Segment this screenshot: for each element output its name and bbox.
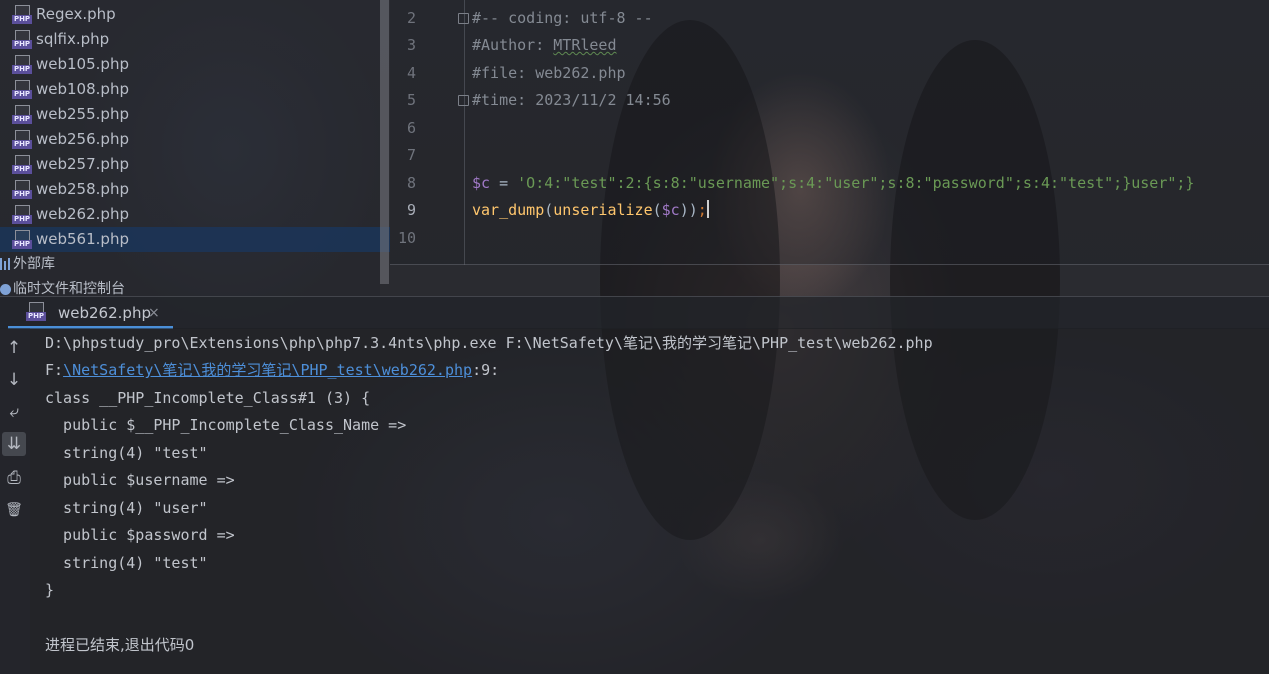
line-number: 4 bbox=[406, 64, 416, 82]
code-line-4: #file: web262.php bbox=[472, 64, 626, 82]
console-command-line: D:\phpstudy_pro\Extensions\php\php7.3.4n… bbox=[45, 334, 933, 352]
tree-item-web255[interactable]: PHP web255.php bbox=[0, 102, 390, 127]
php-file-icon: PHP bbox=[12, 130, 32, 149]
tree-item-label: sqlfix.php bbox=[36, 30, 110, 48]
project-tree-scrollbar[interactable] bbox=[380, 0, 389, 284]
tree-item-label: web257.php bbox=[36, 155, 129, 173]
php-file-icon: PHP bbox=[12, 205, 32, 224]
line-number: 10 bbox=[397, 229, 416, 247]
scroll-to-end-icon[interactable]: ⇊ bbox=[2, 432, 26, 456]
console-output-line: string(4) "user" bbox=[45, 499, 208, 517]
tree-item-regex[interactable]: PHP Regex.php bbox=[0, 2, 390, 27]
code-punctuation: )) bbox=[679, 201, 698, 219]
php-file-icon: PHP bbox=[12, 30, 32, 49]
scratches-icon bbox=[0, 284, 11, 295]
php-file-icon: PHP bbox=[12, 155, 32, 174]
console-output-line: class __PHP_Incomplete_Class#1 (3) { bbox=[45, 389, 371, 407]
console-output-line: string(4) "test" bbox=[45, 444, 208, 462]
text-caret bbox=[706, 200, 709, 218]
code-punctuation: ( bbox=[652, 201, 662, 219]
php-file-icon: PHP bbox=[26, 302, 46, 321]
tree-item-label: web256.php bbox=[36, 130, 129, 148]
php-file-icon: PHP bbox=[12, 230, 32, 249]
tree-item-web561[interactable]: PHP web561.php bbox=[0, 227, 390, 252]
console-location-line: F:\NetSafety\笔记\我的学习笔记\PHP_test\web262.p… bbox=[45, 361, 500, 379]
console-output-line: public $__PHP_Incomplete_Class_Name => bbox=[45, 416, 407, 434]
tree-item-label: web255.php bbox=[36, 105, 129, 123]
run-tab-web262[interactable]: PHP web262.php × bbox=[8, 297, 173, 329]
code-function: unserialize bbox=[553, 201, 653, 219]
tree-item-web256[interactable]: PHP web256.php bbox=[0, 127, 390, 152]
tree-item-label: 临时文件和控制台 bbox=[13, 281, 125, 296]
gutter-divider bbox=[464, 0, 465, 265]
fold-end-icon[interactable] bbox=[458, 95, 469, 106]
project-tree-panel: PHP Regex.php PHP sqlfix.php PHP web105.… bbox=[0, 0, 390, 296]
tree-item-label: web262.php bbox=[36, 205, 129, 223]
run-toolbar: ↑ ↓ ⤶ ⇊ ⎙ 🗑 bbox=[0, 328, 30, 674]
line-number: 8 bbox=[406, 174, 416, 192]
line-number: 2 bbox=[406, 9, 416, 27]
tree-item-external-libraries[interactable]: 外部库 bbox=[0, 252, 390, 276]
tree-item-scratches[interactable]: 临时文件和控制台 bbox=[0, 277, 390, 296]
tree-item-label: web105.php bbox=[36, 55, 129, 73]
code-punctuation: ( bbox=[544, 201, 554, 219]
arrow-down-icon[interactable]: ↓ bbox=[2, 368, 26, 392]
line-number: 3 bbox=[406, 36, 416, 54]
tree-item-web108[interactable]: PHP web108.php bbox=[0, 77, 390, 102]
tree-item-label: web561.php bbox=[36, 230, 129, 248]
php-file-icon: PHP bbox=[12, 55, 32, 74]
line-number: 6 bbox=[406, 119, 416, 137]
close-icon[interactable]: × bbox=[148, 303, 160, 323]
tree-item-web257[interactable]: PHP web257.php bbox=[0, 152, 390, 177]
run-tool-window-header: PHP web262.php × bbox=[0, 296, 1269, 329]
arrow-up-icon[interactable]: ↑ bbox=[2, 336, 26, 360]
code-variable: $c bbox=[472, 174, 491, 192]
code-string: 'O:4:"test":2:{s:8:"username";s:4:"user"… bbox=[517, 174, 1195, 192]
php-file-icon: PHP bbox=[12, 80, 32, 99]
code-line-2: #-- coding: utf-8 -- bbox=[472, 9, 653, 27]
console-output-line: public $password => bbox=[45, 526, 235, 544]
code-line-5: #time: 2023/11/2 14:56 bbox=[472, 91, 671, 109]
file-location-link[interactable]: \NetSafety\笔记\我的学习笔记\PHP_test\web262.php bbox=[63, 361, 472, 379]
code-operator: = bbox=[490, 174, 518, 192]
run-tab-label: web262.php bbox=[58, 304, 151, 322]
line-number: 7 bbox=[406, 146, 416, 164]
fold-start-icon[interactable] bbox=[458, 13, 469, 24]
console-output-line: } bbox=[45, 581, 55, 599]
editor-divider bbox=[390, 264, 1269, 265]
tree-item-web105[interactable]: PHP web105.php bbox=[0, 52, 390, 77]
php-file-icon: PHP bbox=[12, 105, 32, 124]
tree-item-web262[interactable]: PHP web262.php bbox=[0, 202, 390, 227]
code-line-8: $c = 'O:4:"test":2:{s:8:"username";s:4:"… bbox=[472, 173, 1194, 193]
tree-item-label: 外部库 bbox=[13, 256, 55, 272]
console-exit-message: 进程已结束,退出代码0 bbox=[45, 636, 195, 654]
console-output-line: string(4) "test" bbox=[45, 554, 208, 572]
tree-item-label: Regex.php bbox=[36, 5, 116, 23]
trash-icon[interactable]: 🗑 bbox=[2, 498, 26, 522]
code-comment-typo: MTRleed bbox=[553, 36, 617, 54]
php-file-icon: PHP bbox=[12, 180, 32, 199]
print-icon[interactable]: ⎙ bbox=[2, 466, 26, 490]
console-output-line: public $username => bbox=[45, 471, 235, 489]
php-file-icon: PHP bbox=[12, 5, 32, 24]
code-function: var_dump bbox=[472, 201, 545, 219]
code-comment: #Author: bbox=[472, 36, 554, 54]
tree-item-label: web108.php bbox=[36, 80, 129, 98]
tree-item-web258[interactable]: PHP web258.php bbox=[0, 177, 390, 202]
line-number: 5 bbox=[406, 91, 416, 109]
code-line-3: #Author: MTRleed bbox=[472, 35, 617, 55]
tree-item-label: web258.php bbox=[36, 180, 129, 198]
tree-item-sqlfix[interactable]: PHP sqlfix.php bbox=[0, 27, 390, 52]
line-number-current: 9 bbox=[406, 201, 416, 219]
code-line-9: var_dump(unserialize($c)); bbox=[472, 200, 709, 220]
code-variable: $c bbox=[661, 201, 680, 219]
soft-wrap-icon[interactable]: ⤶ bbox=[2, 400, 26, 424]
code-semicolon: ; bbox=[697, 201, 707, 219]
library-icon bbox=[0, 258, 11, 270]
